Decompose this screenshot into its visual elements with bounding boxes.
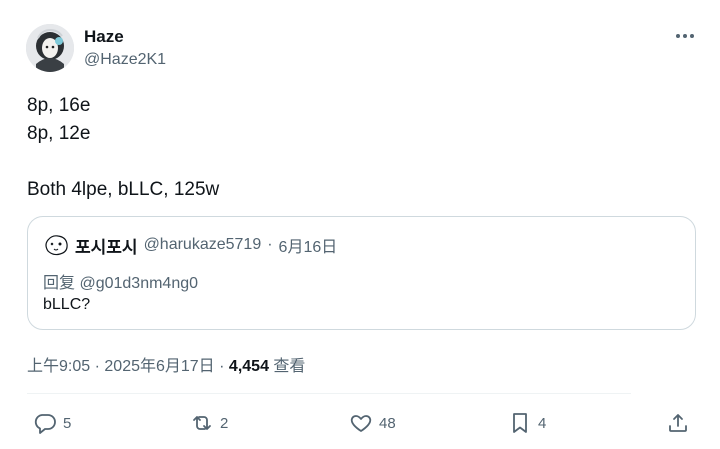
quoted-text: bLLC?: [43, 296, 91, 313]
author-handle[interactable]: @Haze2K1: [84, 51, 166, 69]
like-button[interactable]: 48: [349, 410, 396, 436]
retweet-icon: [190, 411, 214, 435]
bookmark-icon: [508, 411, 532, 435]
tweet-line: 8p, 16e: [27, 95, 91, 116]
tweet-time[interactable]: 上午9:05: [27, 358, 90, 375]
tweet-meta: 上午9:05 · 2025年6月17日 · 4,454 查看: [27, 352, 305, 376]
retweet-count: 2: [220, 414, 229, 432]
quoted-header: 포시포시 @harukaze5719 · 6月16日: [43, 233, 337, 257]
divider: [27, 393, 631, 394]
meta-separator: ·: [94, 358, 100, 375]
views-label: 查看: [273, 358, 306, 375]
tweet-date[interactable]: 2025年6月17日: [104, 358, 214, 375]
retweet-button[interactable]: 2: [190, 410, 228, 436]
tweet-line: Both 4lpe, bLLC, 125w: [27, 179, 220, 200]
share-button[interactable]: [666, 410, 690, 436]
share-icon: [666, 411, 690, 435]
quoted-reply-context: 回复 @g01d3nm4ng0: [43, 269, 198, 293]
quoted-separator: ·: [267, 236, 273, 253]
quoted-date[interactable]: 6月16日: [279, 233, 338, 257]
author-avatar[interactable]: [26, 24, 74, 72]
quoted-avatar-icon[interactable]: [43, 233, 69, 257]
quoted-reply-prefix: 回复: [43, 275, 76, 292]
tweet-card: Haze @Haze2K1 8p, 16e 8p, 12e Both 4lpe,…: [0, 0, 720, 449]
meta-separator: ·: [219, 358, 225, 375]
quoted-tweet[interactable]: 포시포시 @harukaze5719 · 6月16日 回复 @g01d3nm4n…: [27, 216, 696, 330]
views-count: 4,454: [228, 358, 269, 375]
tweet-line: [27, 148, 687, 176]
like-count: 48: [379, 414, 396, 432]
reply-button[interactable]: 5: [33, 410, 71, 436]
reply-count: 5: [63, 414, 72, 432]
author-display-name[interactable]: Haze: [84, 27, 124, 47]
reply-icon: [33, 411, 57, 435]
quoted-reply-handle[interactable]: @g01d3nm4ng0: [79, 275, 198, 292]
heart-icon: [349, 411, 373, 435]
bookmark-button[interactable]: 4: [508, 410, 546, 436]
more-options-icon[interactable]: [672, 26, 698, 46]
tweet-text: 8p, 16e 8p, 12e Both 4lpe, bLLC, 125w: [27, 92, 687, 204]
tweet-line: 8p, 12e: [27, 123, 91, 144]
quoted-handle[interactable]: @harukaze5719: [144, 236, 262, 254]
bookmark-count: 4: [538, 414, 547, 432]
quoted-display-name[interactable]: 포시포시: [75, 233, 138, 258]
